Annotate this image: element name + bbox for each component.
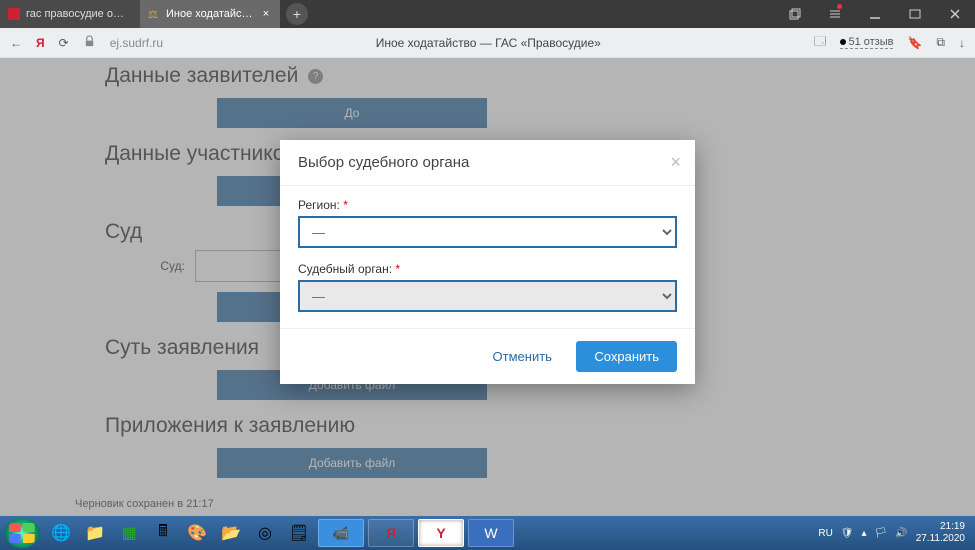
browser-tab-1[interactable]: гас правосудие официаль: [0, 0, 140, 28]
window-maximize-icon[interactable]: [895, 0, 935, 28]
taskbar-calc-icon[interactable]: 🖩: [146, 519, 180, 547]
window-menu-icon[interactable]: [815, 0, 855, 28]
extensions-icon[interactable]: ⧉: [936, 35, 945, 50]
tray-clock[interactable]: 21:19 27.11.2020: [916, 521, 965, 545]
back-icon[interactable]: ←: [10, 36, 22, 50]
yandex-icon[interactable]: Я: [36, 36, 45, 50]
address-bar: ← Я ⟳ ej.sudrf.ru Иное ходатайство — ГАС…: [0, 28, 975, 58]
tab-title: гас правосудие официаль: [26, 8, 132, 20]
url-host[interactable]: ej.sudrf.ru: [110, 36, 163, 50]
taskbar-excel-icon[interactable]: ▦: [112, 519, 146, 547]
download-icon[interactable]: ↓: [959, 36, 965, 50]
taskbar-paint-icon[interactable]: 🎨: [180, 519, 214, 547]
tray-shield-icon[interactable]: 🛡: [841, 528, 854, 539]
tray-speaker-icon[interactable]: 🔊: [895, 528, 907, 539]
reload-icon[interactable]: ⟳: [59, 36, 69, 50]
tab-close-icon[interactable]: ×: [260, 8, 272, 20]
taskbar-ie-icon[interactable]: 🌐: [44, 519, 78, 547]
modal-close-icon[interactable]: ×: [670, 152, 681, 173]
region-label: Регион: *: [298, 198, 677, 212]
page-viewport: Данные заявителей ? До Данные участников…: [0, 58, 975, 516]
taskbar-app-y2[interactable]: Y: [418, 519, 464, 547]
favicon-yandex: [8, 8, 20, 20]
modal-cancel-button[interactable]: Отменить: [479, 341, 566, 372]
tab-title: Иное ходатайство — ГА: [166, 8, 254, 20]
translate-icon[interactable]: 🗔: [813, 32, 826, 53]
window-copy-icon[interactable]: [775, 0, 815, 28]
modal-save-button[interactable]: Сохранить: [576, 341, 677, 372]
window-close-icon[interactable]: [935, 0, 975, 28]
court-body-label: Судебный орган: *: [298, 262, 677, 276]
reviews-link[interactable]: 51 отзыв: [840, 36, 893, 49]
tray-chevron-up-icon[interactable]: ▴: [862, 528, 867, 539]
court-select-modal: Выбор судебного органа × Регион: * — Суд…: [280, 140, 695, 384]
window-minimize-icon[interactable]: [855, 0, 895, 28]
bookmark-icon[interactable]: 🔖: [907, 36, 922, 50]
new-tab-button[interactable]: +: [286, 3, 308, 25]
taskbar: 🌐 📁 ▦ 🖩 🎨 📂 ◎ 🗒 📹 Я Y W RU 🛡 ▴ 🏳 🔊 21:19…: [0, 516, 975, 550]
region-select[interactable]: —: [298, 216, 677, 248]
lock-icon[interactable]: [83, 35, 96, 51]
court-body-select[interactable]: —: [298, 280, 677, 312]
modal-title: Выбор судебного органа: [298, 154, 469, 171]
taskbar-folder-icon[interactable]: 📂: [214, 519, 248, 547]
favicon-court: ⚖: [148, 8, 160, 20]
taskbar-notes-icon[interactable]: 🗒: [282, 519, 316, 547]
tray-lang[interactable]: RU: [818, 528, 832, 539]
taskbar-word-app[interactable]: W: [468, 519, 514, 547]
taskbar-zoom-app[interactable]: 📹: [318, 519, 364, 547]
taskbar-chrome-icon[interactable]: ◎: [248, 519, 282, 547]
tray-flag-icon[interactable]: 🏳: [875, 528, 888, 539]
taskbar-app-y1[interactable]: Я: [368, 519, 414, 547]
page-title: Иное ходатайство — ГАС «Правосудие»: [177, 36, 799, 50]
browser-tab-2[interactable]: ⚖ Иное ходатайство — ГА ×: [140, 0, 280, 28]
start-button[interactable]: [4, 518, 40, 548]
taskbar-explorer-icon[interactable]: 📁: [78, 519, 112, 547]
browser-titlebar: гас правосудие официаль ⚖ Иное ходатайст…: [0, 0, 975, 28]
